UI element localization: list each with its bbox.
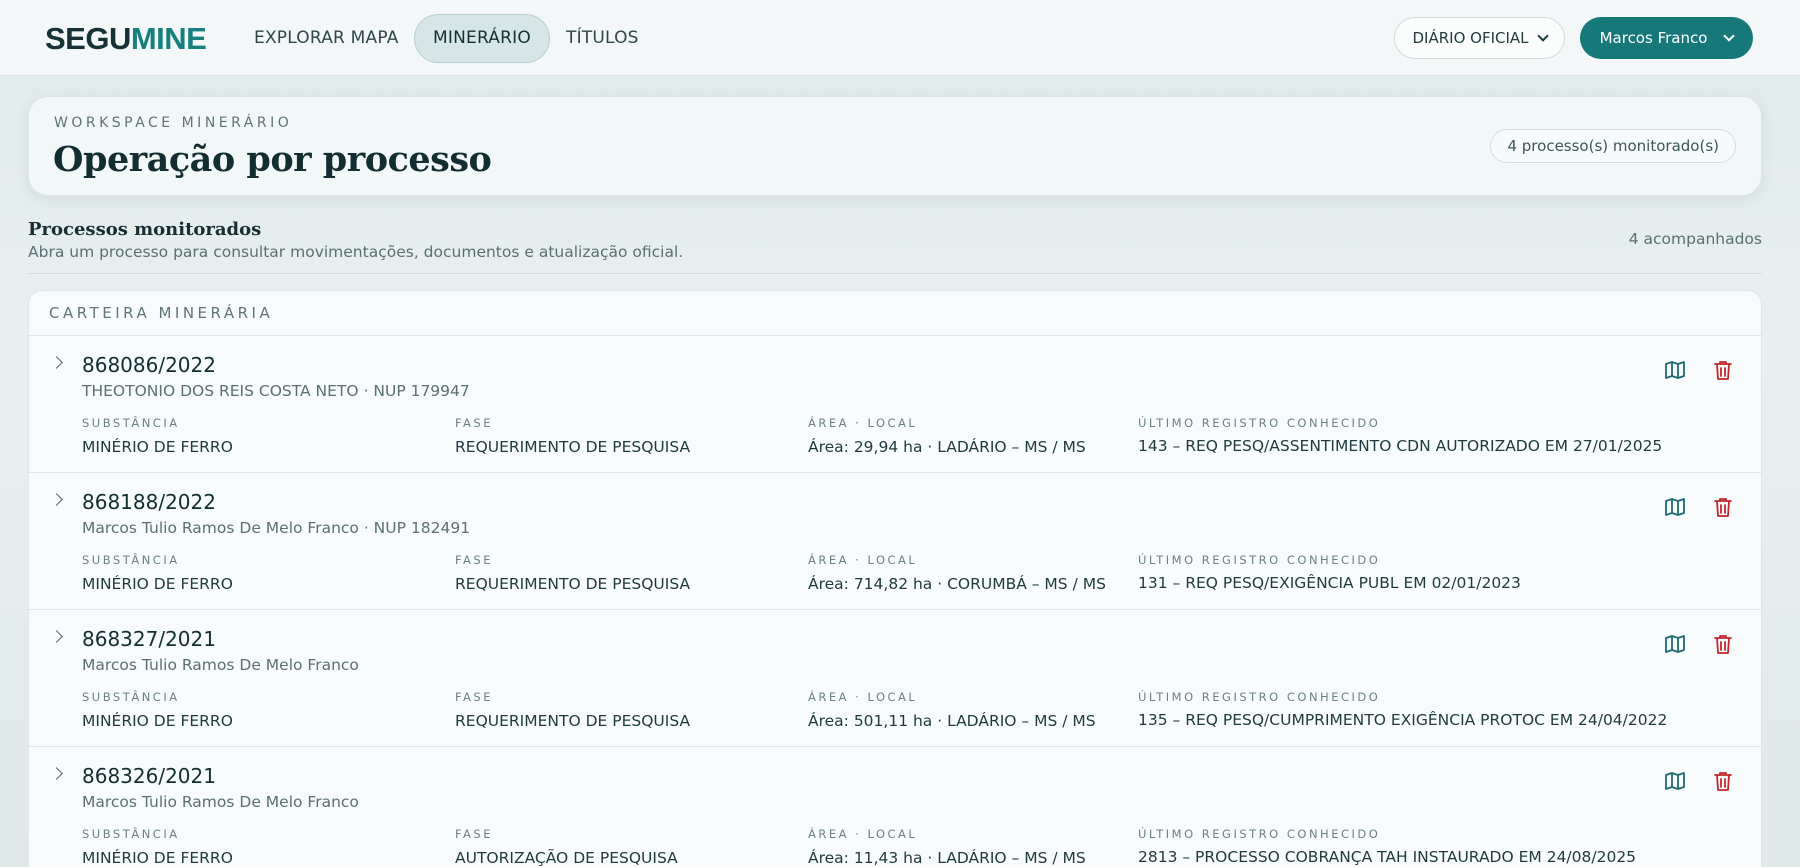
map-icon[interactable] <box>1663 632 1687 656</box>
substance-value: MINÉRIO DE FERRO <box>82 575 233 593</box>
map-icon[interactable] <box>1663 495 1687 519</box>
last-record-value: 135 – REQ PESQ/CUMPRIMENTO EXIGÊNCIA PRO… <box>1138 711 1668 729</box>
workspace-kicker: WORKSPACE MINERÁRIO <box>54 115 293 131</box>
map-icon[interactable] <box>1663 358 1687 382</box>
last-record-value: 131 – REQ PESQ/EXIGÊNCIA PUBL EM 02/01/2… <box>1138 574 1521 592</box>
area-label: ÁREA · LOCAL <box>808 416 918 430</box>
process-holder: Marcos Tulio Ramos De Melo Franco <box>82 656 359 674</box>
phase-label: FASE <box>455 553 493 567</box>
trash-icon[interactable] <box>1711 358 1735 382</box>
last-record-column: ÚLTIMO REGISTRO CONHECIDO 135 – REQ PESQ… <box>1138 690 1667 729</box>
trash-icon[interactable] <box>1711 495 1735 519</box>
phase-label: FASE <box>455 690 493 704</box>
process-holder: Marcos Tulio Ramos De Melo Franco · NUP … <box>82 519 471 537</box>
substance-value: MINÉRIO DE FERRO <box>82 712 233 730</box>
area-label: ÁREA · LOCAL <box>808 553 918 567</box>
area-label: ÁREA · LOCAL <box>808 690 918 704</box>
area-value: Área: 501,11 ha · LADÁRIO – MS / MS <box>808 712 1096 730</box>
process-row[interactable]: 868326/2021 Marcos Tulio Ramos De Melo F… <box>29 747 1761 867</box>
nav-minerario[interactable]: MINERÁRIO <box>414 14 550 63</box>
phase-value: REQUERIMENTO DE PESQUISA <box>455 575 691 593</box>
logo-text-segu: SEGU <box>45 21 131 56</box>
phase-column: FASE REQUERIMENTO DE PESQUISA <box>455 690 690 730</box>
substance-column: SUBSTÂNCIA MINÉRIO DE FERRO <box>82 553 233 593</box>
trash-icon[interactable] <box>1711 632 1735 656</box>
substance-value: MINÉRIO DE FERRO <box>82 849 233 867</box>
diario-oficial-label: DIÁRIO OFICIAL <box>1412 29 1529 47</box>
last-record-value: 143 – REQ PESQ/ASSENTIMENTO CDN AUTORIZA… <box>1138 437 1663 455</box>
process-number[interactable]: 868188/2022 <box>82 490 216 514</box>
substance-label: SUBSTÂNCIA <box>82 416 180 430</box>
process-number[interactable]: 868086/2022 <box>82 353 216 377</box>
trash-icon[interactable] <box>1711 769 1735 793</box>
phase-label: FASE <box>455 416 493 430</box>
phase-column: FASE REQUERIMENTO DE PESQUISA <box>455 416 690 456</box>
last-record-label: ÚLTIMO REGISTRO CONHECIDO <box>1138 827 1381 841</box>
area-column: ÁREA · LOCAL Área: 714,82 ha · CORUMBÁ –… <box>808 553 1106 593</box>
followed-count: 4 acompanhados <box>1628 230 1762 248</box>
area-value: Área: 714,82 ha · CORUMBÁ – MS / MS <box>808 575 1106 593</box>
area-value: Área: 29,94 ha · LADÁRIO – MS / MS <box>808 438 1086 456</box>
phase-label: FASE <box>455 827 493 841</box>
portfolio-header: CARTEIRA MINERÁRIA <box>29 291 1761 336</box>
process-row[interactable]: 868188/2022 Marcos Tulio Ramos De Melo F… <box>29 473 1761 610</box>
logo-text-mine: MINE <box>130 21 207 56</box>
process-holder: THEOTONIO DOS REIS COSTA NETO · NUP 1799… <box>82 382 470 400</box>
process-number[interactable]: 868327/2021 <box>82 627 216 651</box>
user-name-label: Marcos Franco <box>1599 29 1708 47</box>
area-column: ÁREA · LOCAL Área: 11,43 ha · LADÁRIO – … <box>808 827 1086 867</box>
area-label: ÁREA · LOCAL <box>808 827 918 841</box>
top-navbar: SEGUMINE EXPLORAR MAPA MINERÁRIO TÍTULOS… <box>0 0 1800 76</box>
last-record-label: ÚLTIMO REGISTRO CONHECIDO <box>1138 416 1381 430</box>
area-value: Área: 11,43 ha · LADÁRIO – MS / MS <box>808 849 1086 867</box>
page-title: Operação por processo <box>53 139 492 180</box>
monitored-count-badge: 4 processo(s) monitorado(s) <box>1490 129 1736 163</box>
substance-column: SUBSTÂNCIA MINÉRIO DE FERRO <box>82 416 233 456</box>
last-record-value: 2813 – PROCESSO COBRANÇA TAH INSTAURADO … <box>1138 848 1637 866</box>
substance-label: SUBSTÂNCIA <box>82 827 180 841</box>
process-row[interactable]: 868327/2021 Marcos Tulio Ramos De Melo F… <box>29 610 1761 747</box>
chevron-down-icon <box>1723 30 1736 42</box>
nav-titulos[interactable]: TÍTULOS <box>548 14 657 63</box>
area-column: ÁREA · LOCAL Área: 501,11 ha · LADÁRIO –… <box>808 690 1096 730</box>
substance-column: SUBSTÂNCIA MINÉRIO DE FERRO <box>82 690 233 730</box>
chevron-right-icon[interactable] <box>50 767 63 780</box>
user-menu-button[interactable]: Marcos Franco <box>1580 17 1753 59</box>
chevron-right-icon[interactable] <box>50 493 63 506</box>
process-holder: Marcos Tulio Ramos De Melo Franco <box>82 793 359 811</box>
substance-value: MINÉRIO DE FERRO <box>82 438 233 456</box>
diario-oficial-dropdown[interactable]: DIÁRIO OFICIAL <box>1394 17 1565 59</box>
substance-label: SUBSTÂNCIA <box>82 553 180 567</box>
process-row[interactable]: 868086/2022 THEOTONIO DOS REIS COSTA NET… <box>29 336 1761 473</box>
phase-column: FASE REQUERIMENTO DE PESQUISA <box>455 553 690 593</box>
substance-column: SUBSTÂNCIA MINÉRIO DE FERRO <box>82 827 233 867</box>
chevron-right-icon[interactable] <box>50 630 63 643</box>
nav-explorar-mapa[interactable]: EXPLORAR MAPA <box>236 14 417 63</box>
chevron-down-icon <box>1536 30 1549 42</box>
process-number[interactable]: 868326/2021 <box>82 764 216 788</box>
map-icon[interactable] <box>1663 769 1687 793</box>
section-divider <box>28 273 1762 274</box>
phase-value: REQUERIMENTO DE PESQUISA <box>455 438 691 456</box>
section-title: Processos monitorados <box>28 219 262 240</box>
phase-column: FASE AUTORIZAÇÃO DE PESQUISA <box>455 827 678 867</box>
substance-label: SUBSTÂNCIA <box>82 690 180 704</box>
portfolio-list: CARTEIRA MINERÁRIA 868086/2022 THEOTONIO… <box>28 290 1762 867</box>
phase-value: AUTORIZAÇÃO DE PESQUISA <box>455 849 678 867</box>
area-column: ÁREA · LOCAL Área: 29,94 ha · LADÁRIO – … <box>808 416 1086 456</box>
phase-value: REQUERIMENTO DE PESQUISA <box>455 712 691 730</box>
chevron-right-icon[interactable] <box>50 356 63 369</box>
last-record-column: ÚLTIMO REGISTRO CONHECIDO 2813 – PROCESS… <box>1138 827 1636 866</box>
last-record-label: ÚLTIMO REGISTRO CONHECIDO <box>1138 690 1381 704</box>
workspace-header-card: WORKSPACE MINERÁRIO Operação por process… <box>28 96 1762 196</box>
app-logo[interactable]: SEGUMINE <box>45 21 207 56</box>
section-subtitle: Abra um processo para consultar moviment… <box>28 243 684 261</box>
last-record-label: ÚLTIMO REGISTRO CONHECIDO <box>1138 553 1381 567</box>
last-record-column: ÚLTIMO REGISTRO CONHECIDO 131 – REQ PESQ… <box>1138 553 1521 592</box>
last-record-column: ÚLTIMO REGISTRO CONHECIDO 143 – REQ PESQ… <box>1138 416 1662 455</box>
